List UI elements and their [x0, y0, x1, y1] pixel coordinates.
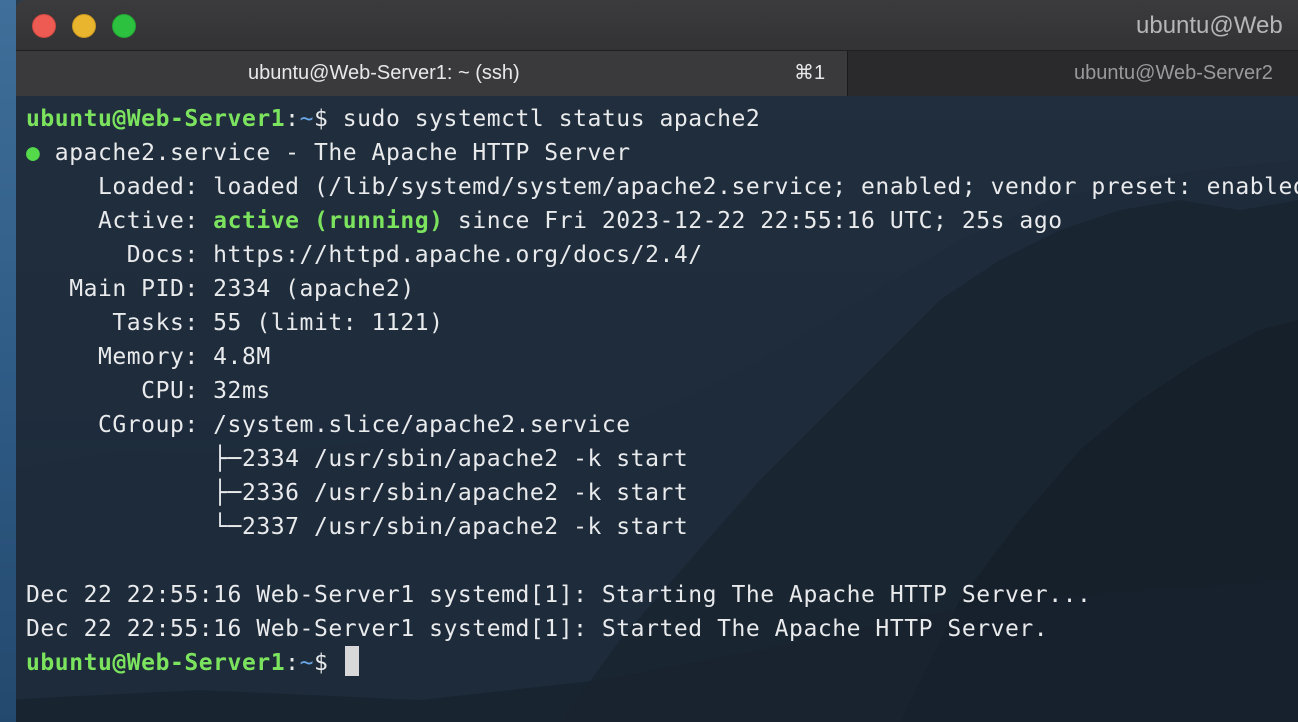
active-line: Active: active (running) since Fri 2023-…: [26, 204, 1063, 238]
loaded-line: Loaded: loaded (/lib/systemd/system/apac…: [26, 174, 1298, 200]
close-window-button[interactable]: [32, 14, 56, 38]
tab-label: ubuntu@Web-Server2: [1074, 62, 1273, 84]
tab-label: ubuntu@Web-Server1: ~ (ssh): [248, 62, 520, 84]
window-title: ubuntu@Web: [1136, 12, 1283, 39]
desktop-edge: [0, 0, 16, 722]
service-name: apache2.service - The Apache HTTP Server: [40, 140, 631, 166]
main-pid-line: Main PID: 2334 (apache2): [26, 276, 415, 302]
prompt-symbol: $: [313, 650, 343, 676]
terminal-output[interactable]: ubuntu@Web-Server1:~$ sudo systemctl sta…: [16, 96, 1298, 722]
cpu-line: CPU: 32ms: [26, 378, 271, 404]
cgroup-process-line: ├─2334 /usr/sbin/apache2 -k start: [26, 446, 689, 472]
terminal-window: ubuntu@Web ubuntu@Web-Server1: ~ (ssh) ⌘…: [16, 0, 1298, 722]
prompt-separator: :: [285, 106, 300, 132]
status-dot-icon: ●: [26, 140, 41, 166]
log-line: Dec 22 22:55:16 Web-Server1 systemd[1]: …: [26, 582, 1092, 608]
active-state: active (running): [213, 208, 444, 234]
prompt-user-host: ubuntu@Web-Server1: [26, 106, 286, 132]
text-cursor: [344, 646, 359, 676]
command-text: sudo systemctl status apache2: [342, 106, 761, 132]
title-bar[interactable]: ubuntu@Web: [16, 0, 1298, 50]
command-line: ubuntu@Web-Server1:~$ sudo systemctl sta…: [26, 102, 760, 136]
docs-line: Docs: https://httpd.apache.org/docs/2.4/: [26, 242, 703, 268]
prompt-symbol: $: [313, 106, 343, 132]
prompt-user-host: ubuntu@Web-Server1: [26, 650, 286, 676]
prompt-path: ~: [299, 650, 314, 676]
tab-web-server2[interactable]: ubuntu@Web-Server2: [847, 51, 1298, 96]
memory-line: Memory: 4.8M: [26, 344, 271, 370]
active-since: since Fri 2023-12-22 22:55:16 UTC; 25s a…: [443, 208, 1063, 234]
prompt-path: ~: [299, 106, 314, 132]
cgroup-process-line: ├─2336 /usr/sbin/apache2 -k start: [26, 480, 689, 506]
tab-bar: ubuntu@Web-Server1: ~ (ssh) ⌘1 ubuntu@We…: [16, 50, 1298, 96]
current-prompt-line[interactable]: ubuntu@Web-Server1:~$: [26, 646, 359, 680]
maximize-window-button[interactable]: [112, 14, 136, 38]
tab-web-server1[interactable]: ubuntu@Web-Server1: ~ (ssh) ⌘1: [16, 51, 847, 96]
minimize-window-button[interactable]: [72, 14, 96, 38]
active-label: Active:: [26, 208, 214, 234]
service-line: ● apache2.service - The Apache HTTP Serv…: [26, 136, 631, 170]
prompt-separator: :: [285, 650, 300, 676]
tasks-line: Tasks: 55 (limit: 1121): [26, 310, 444, 336]
cgroup-process-line: └─2337 /usr/sbin/apache2 -k start: [26, 514, 689, 540]
cgroup-line: CGroup: /system.slice/apache2.service: [26, 412, 631, 438]
log-line: Dec 22 22:55:16 Web-Server1 systemd[1]: …: [26, 616, 1049, 642]
tab-shortcut: ⌘1: [794, 62, 826, 84]
